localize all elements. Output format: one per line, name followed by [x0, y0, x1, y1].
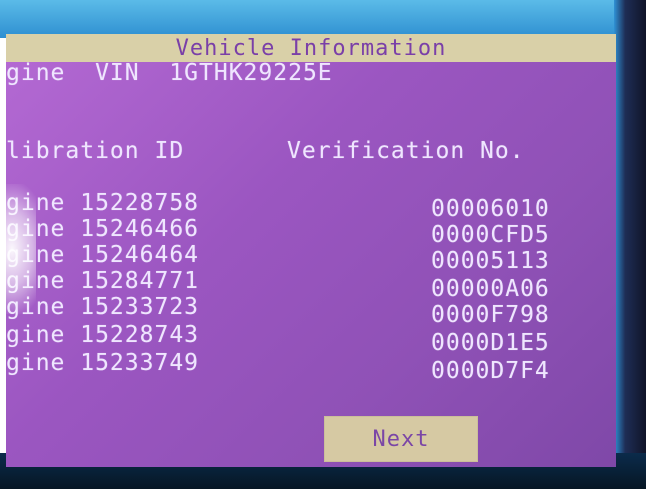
scan-tool-screen: Vehicle Information gine VIN 1GTHK29225E…: [6, 34, 616, 467]
calibration-id: gine 15246464: [6, 242, 200, 268]
calibration-id: gine 15228743: [6, 322, 200, 348]
verification-number: 0000D7F4: [431, 358, 550, 384]
verification-number: 00000A06: [431, 276, 550, 302]
verification-number: 00005113: [431, 248, 550, 274]
device-bezel-top: [0, 0, 646, 38]
verification-number: 0000F798: [431, 302, 550, 328]
calibration-id: gine 15228758: [6, 190, 200, 216]
calibration-id: gine 15233723: [6, 294, 200, 320]
calibration-id-header: libration ID: [6, 138, 185, 164]
device-photo: Vehicle Information gine VIN 1GTHK29225E…: [0, 0, 646, 489]
verification-number: 00006010: [431, 196, 550, 222]
calibration-id: gine 15246466: [6, 216, 200, 242]
screen-title: Vehicle Information: [6, 34, 616, 62]
calibration-id: gine 15284771: [6, 268, 200, 294]
verification-number: 0000D1E5: [431, 330, 550, 356]
verification-number: 0000CFD5: [431, 222, 550, 248]
next-button[interactable]: Next: [324, 416, 478, 462]
screen-glare: [6, 184, 36, 314]
verification-number-header: Verification No.: [287, 138, 525, 164]
vin-row: gine VIN 1GTHK29225E: [6, 60, 333, 86]
calibration-id: gine 15233749: [6, 350, 200, 376]
device-bezel-right: [614, 0, 646, 489]
